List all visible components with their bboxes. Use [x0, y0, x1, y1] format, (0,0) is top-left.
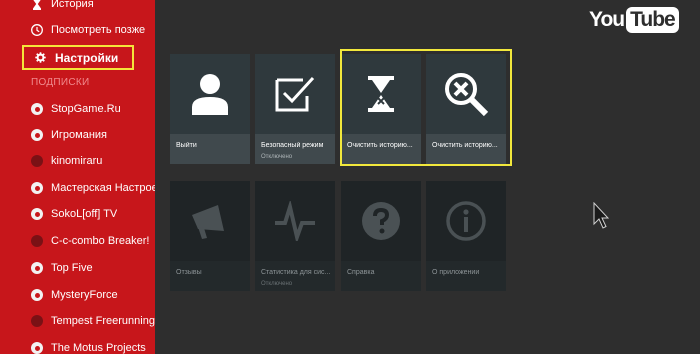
channel-avatar-icon	[31, 262, 43, 274]
tile-title: Выйти	[176, 142, 197, 149]
channel-avatar-icon	[31, 315, 43, 327]
sidebar-item-label: Посмотреть позже	[51, 24, 146, 36]
tile-art	[255, 54, 335, 134]
subscriptions-header: ПОДПИСКИ	[31, 77, 90, 88]
channel-label: MysteryForce	[51, 289, 118, 301]
help-icon	[362, 202, 400, 240]
pulse-icon	[275, 201, 315, 241]
sidebar-channel[interactable]: C-c-combo Breaker!	[0, 228, 155, 254]
channel-label: kinomiraru	[51, 155, 103, 167]
tile-title: Отзывы	[176, 269, 202, 276]
tile-title: Статистика для сис...	[261, 269, 331, 276]
sidebar-item-settings[interactable]: Настройки	[22, 45, 134, 70]
sidebar-channel[interactable]: Tempest Freerunning	[0, 308, 155, 334]
tile-sign-out[interactable]: Выйти	[170, 54, 250, 164]
highlight-frame	[340, 49, 512, 166]
channel-avatar-icon	[31, 129, 43, 141]
tile-usage-stats[interactable]: Статистика для сис... Отключено	[255, 181, 335, 291]
tile-title: Безопасный режим	[261, 142, 324, 149]
clock-icon	[31, 24, 43, 36]
youtube-logo: You Tube	[589, 6, 679, 34]
sidebar-channel[interactable]: StopGame.Ru	[0, 96, 155, 122]
logo-tube: Tube	[626, 7, 679, 33]
megaphone-icon	[192, 205, 224, 239]
channel-avatar-icon	[31, 342, 43, 354]
channel-avatar-icon	[31, 182, 43, 194]
sidebar-channel[interactable]: MysteryForce	[0, 282, 155, 308]
channel-label: Мастерская Настроен	[51, 182, 155, 194]
tile-art	[170, 54, 250, 134]
channel-avatar-icon	[31, 103, 43, 115]
tile-feedback[interactable]: Отзывы	[170, 181, 250, 291]
sidebar-channel[interactable]: Игромания	[0, 122, 155, 148]
tile-title: О приложении	[432, 269, 480, 276]
tile-art	[426, 181, 506, 261]
tile-safe-mode[interactable]: Безопасный режим Отключено	[255, 54, 335, 164]
tile-art	[170, 181, 250, 261]
channel-avatar-icon	[31, 208, 43, 220]
tile-art	[341, 181, 421, 261]
logo-you: You	[589, 8, 625, 31]
channel-label: C-c-combo Breaker!	[51, 235, 150, 247]
sidebar: История Посмотреть позже Настройки ПОДПИ…	[0, 0, 155, 354]
tile-subtitle: Отключено	[261, 154, 293, 160]
channel-avatar-icon	[31, 235, 43, 247]
tile-title: Справка	[347, 269, 375, 276]
channel-label: StopGame.Ru	[51, 103, 121, 115]
tile-subtitle: Отключено	[261, 281, 293, 287]
mouse-cursor-icon	[593, 202, 609, 229]
gear-icon	[34, 52, 46, 64]
sidebar-channel[interactable]: Мастерская Настроен	[0, 175, 155, 201]
tile-help[interactable]: Справка	[341, 181, 421, 291]
sidebar-item-label: Настройки	[55, 50, 119, 65]
channel-avatar-icon	[31, 289, 43, 301]
channel-avatar-icon	[31, 155, 43, 167]
channel-label: Игромания	[51, 129, 108, 141]
sidebar-channel[interactable]: SokoL[off] TV	[0, 201, 155, 227]
hourglass-icon	[31, 0, 43, 10]
checkbox-icon	[275, 76, 315, 112]
sidebar-channel[interactable]: kinomiraru	[0, 148, 155, 174]
sidebar-channel[interactable]: Top Five	[0, 255, 155, 281]
info-icon	[446, 201, 486, 241]
channel-label: SokoL[off] TV	[51, 208, 118, 220]
sidebar-item-watch-later[interactable]: Посмотреть позже	[0, 17, 155, 43]
channel-label: Tempest Freerunning	[51, 315, 155, 327]
sidebar-item-history[interactable]: История	[0, 0, 155, 17]
sidebar-item-label: История	[51, 0, 94, 10]
sidebar-channel[interactable]: The Motus Projects	[0, 335, 155, 354]
channel-label: The Motus Projects	[51, 342, 146, 354]
channel-label: Top Five	[51, 262, 93, 274]
tile-art	[255, 181, 335, 261]
person-icon	[192, 74, 228, 115]
tile-about[interactable]: О приложении	[426, 181, 506, 291]
